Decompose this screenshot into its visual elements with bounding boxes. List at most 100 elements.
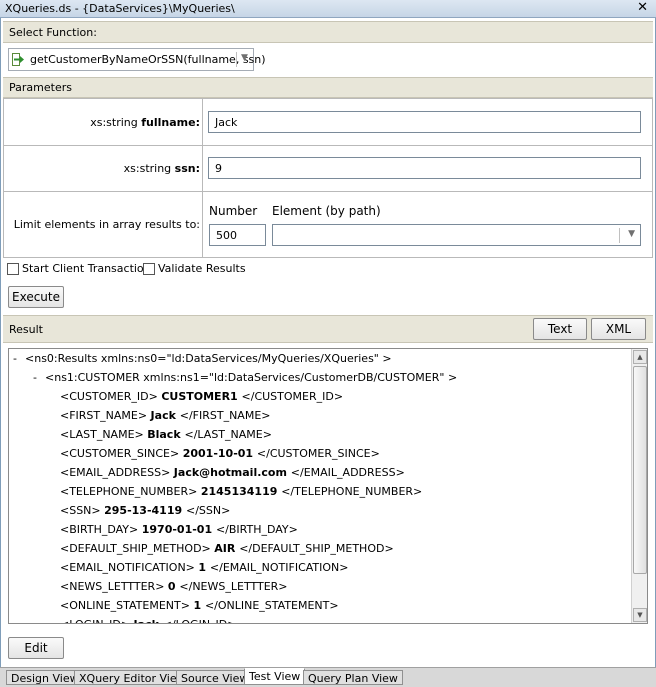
tab-design-view[interactable]: Design View bbox=[6, 670, 84, 685]
function-select[interactable]: getCustomerByNameOrSSN(fullname, ssn) ▼ bbox=[8, 48, 266, 71]
param-type: xs:string bbox=[90, 116, 138, 129]
xml-value: Black bbox=[147, 428, 185, 441]
column-divider bbox=[202, 146, 203, 191]
xml-tag-open: <ONLINE_STATEMENT> bbox=[60, 599, 194, 612]
xml-tag-open: <EMAIL_ADDRESS> bbox=[60, 466, 174, 479]
xml-tag-close: </BIRTH_DAY> bbox=[215, 523, 298, 536]
xml-tag-open: <EMAIL_NOTIFICATION> bbox=[60, 561, 199, 574]
xml-line: <LOGIN_ID> Jack </LOGIN_ID> bbox=[60, 618, 236, 623]
xml-tag-open: <ns1:CUSTOMER xmlns:ns1="ld:DataServices… bbox=[45, 371, 458, 384]
xml-value: 0 bbox=[167, 580, 180, 593]
tree-toggle-icon[interactable]: - bbox=[13, 352, 17, 365]
xml-tag-close: </EMAIL_NOTIFICATION> bbox=[209, 561, 349, 574]
tab-xquery-editor-view[interactable]: XQuery Editor View bbox=[74, 670, 191, 685]
xml-line: <CUSTOMER_ID> CUSTOMER1 </CUSTOMER_ID> bbox=[60, 390, 343, 403]
window-title: XQueries.ds - {DataServices}\MyQueries\ bbox=[5, 2, 235, 15]
fullname-input[interactable]: Jack bbox=[208, 111, 641, 133]
select-function-label: Select Function: bbox=[9, 26, 97, 39]
param-label-fullname: xs:string fullname: bbox=[90, 116, 200, 129]
xml-value: 1 bbox=[198, 561, 210, 574]
xml-tag-open: <ns0:Results xmlns:ns0="ld:DataServices/… bbox=[25, 352, 392, 365]
tree-toggle-icon[interactable]: - bbox=[33, 371, 37, 384]
edit-button[interactable]: Edit bbox=[8, 637, 64, 659]
xml-tag-close: </LAST_NAME> bbox=[184, 428, 272, 441]
xml-value: 1970-01-01 bbox=[141, 523, 216, 536]
start-client-transaction-checkbox[interactable] bbox=[7, 263, 19, 275]
xml-line: <EMAIL_ADDRESS> Jack@hotmail.com </EMAIL… bbox=[60, 466, 405, 479]
chevron-down-icon[interactable]: ▼ bbox=[628, 229, 635, 239]
xml-tag-close: </NEWS_LETTTER> bbox=[179, 580, 288, 593]
xml-tag-open: <TELEPHONE_NUMBER> bbox=[60, 485, 201, 498]
xml-view-button[interactable]: XML bbox=[591, 318, 646, 340]
view-tabs: Design View XQuery Editor View Source View… bbox=[0, 667, 656, 687]
element-path-label: Element (by path) bbox=[272, 204, 381, 218]
parameters-table: xs:string fullname: Jack xs:string ssn: … bbox=[3, 98, 653, 258]
number-label: Number bbox=[209, 204, 258, 218]
xml-tag-close: </TELEPHONE_NUMBER> bbox=[281, 485, 423, 498]
xml-tag-open: <NEWS_LETTTER> bbox=[60, 580, 168, 593]
xml-tag-close: </CUSTOMER_ID> bbox=[241, 390, 344, 403]
validate-results-label: Validate Results bbox=[158, 262, 246, 275]
element-path-select[interactable]: ▼ bbox=[272, 224, 641, 246]
close-icon[interactable]: ✕ bbox=[637, 1, 648, 15]
xml-tag-close: </ONLINE_STATEMENT> bbox=[204, 599, 339, 612]
xml-value: CUSTOMER1 bbox=[161, 390, 242, 403]
xml-line: <LAST_NAME> Black </LAST_NAME> bbox=[60, 428, 272, 441]
result-panel[interactable]: - <ns0:Results xmlns:ns0="ld:DataServices… bbox=[8, 348, 648, 624]
xml-value: 2001-10-01 bbox=[182, 447, 257, 460]
text-view-button[interactable]: Text bbox=[533, 318, 587, 340]
param-name: fullname: bbox=[141, 116, 200, 129]
execute-button[interactable]: Execute bbox=[8, 286, 64, 308]
function-icon bbox=[12, 53, 24, 66]
column-divider bbox=[202, 99, 203, 145]
xml-tag-open: <LOGIN_ID> bbox=[60, 618, 134, 623]
title-bar: XQueries.ds - {DataServices}\MyQueries\ … bbox=[0, 0, 656, 18]
combo-separator bbox=[236, 52, 237, 67]
tab-test-view[interactable]: Test View bbox=[244, 668, 306, 685]
xml-value: Jack bbox=[134, 618, 163, 623]
param-row-ssn: xs:string ssn: 9 bbox=[4, 146, 652, 192]
param-type: xs:string bbox=[123, 162, 172, 175]
ssn-input[interactable]: 9 bbox=[208, 157, 641, 179]
combo-separator bbox=[619, 228, 620, 243]
xml-line: <BIRTH_DAY> 1970-01-01 </BIRTH_DAY> bbox=[60, 523, 298, 536]
xml-tag-open: <BIRTH_DAY> bbox=[60, 523, 142, 536]
param-row-limit: Limit elements in array results to: Numb… bbox=[4, 192, 652, 257]
limit-number-input[interactable]: 500 bbox=[209, 224, 266, 246]
scroll-down-icon[interactable]: ▼ bbox=[633, 608, 647, 622]
tab-query-plan-view[interactable]: Query Plan View bbox=[303, 670, 403, 685]
xml-line: <CUSTOMER_SINCE> 2001-10-01 </CUSTOMER_S… bbox=[60, 447, 380, 460]
xml-tag-open: <CUSTOMER_ID> bbox=[60, 390, 162, 403]
xml-tag-open: <FIRST_NAME> bbox=[60, 409, 151, 422]
xml-tag-close: </FIRST_NAME> bbox=[179, 409, 271, 422]
limit-label: Limit elements in array results to: bbox=[13, 218, 200, 231]
tab-source-view[interactable]: Source View bbox=[176, 670, 254, 685]
scroll-up-icon[interactable]: ▲ bbox=[633, 350, 647, 364]
xml-line: <EMAIL_NOTIFICATION> 1 </EMAIL_NOTIFICAT… bbox=[60, 561, 349, 574]
xml-value: 295-13-4119 bbox=[104, 504, 186, 517]
param-name: ssn: bbox=[174, 162, 200, 175]
column-divider bbox=[202, 192, 203, 257]
function-select-value: getCustomerByNameOrSSN(fullname, ssn) bbox=[30, 53, 266, 66]
xml-line: <ns1:CUSTOMER xmlns:ns1="ld:DataServices… bbox=[45, 371, 457, 384]
xml-line: <DEFAULT_SHIP_METHOD> AIR </DEFAULT_SHIP… bbox=[60, 542, 394, 555]
scroll-thumb[interactable] bbox=[633, 366, 647, 574]
xml-tag-open: <SSN> bbox=[60, 504, 105, 517]
xml-tag-open: <CUSTOMER_SINCE> bbox=[60, 447, 183, 460]
xml-value: Jack bbox=[150, 409, 180, 422]
select-function-header: Select Function: bbox=[3, 21, 653, 43]
parameters-header: Parameters bbox=[3, 77, 653, 98]
validate-results-checkbox[interactable] bbox=[143, 263, 155, 275]
xml-line: <NEWS_LETTTER> 0 </NEWS_LETTTER> bbox=[60, 580, 288, 593]
xml-tag-open: <LAST_NAME> bbox=[60, 428, 148, 441]
xml-tag-close: </SSN> bbox=[185, 504, 231, 517]
vertical-scrollbar[interactable]: ▲ ▼ bbox=[631, 349, 647, 623]
xml-value: Jack@hotmail.com bbox=[173, 466, 291, 479]
xml-value: 1 bbox=[193, 599, 205, 612]
result-label: Result bbox=[9, 323, 43, 336]
xml-line: <ns0:Results xmlns:ns0="ld:DataServices/… bbox=[25, 352, 392, 365]
chevron-down-icon[interactable]: ▼ bbox=[241, 53, 248, 63]
xml-tree: - <ns0:Results xmlns:ns0="ld:DataServices… bbox=[9, 349, 631, 623]
param-label-ssn: xs:string ssn: bbox=[124, 162, 200, 175]
start-client-transaction-label: Start Client Transaction bbox=[22, 262, 151, 275]
